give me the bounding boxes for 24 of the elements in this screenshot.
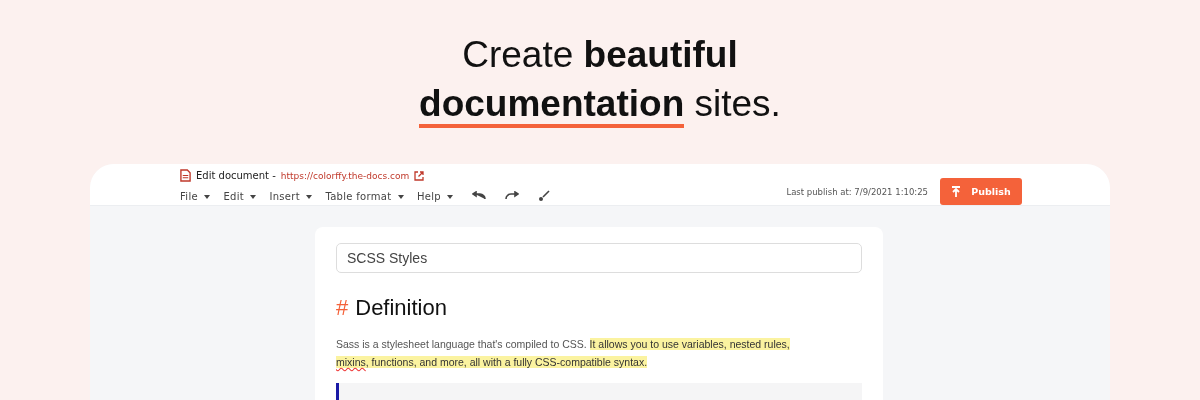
menu-item[interactable]: Insert xyxy=(269,190,313,202)
last-publish-time: Last publish at: 7/9/2021 1:10:25 xyxy=(786,186,928,197)
upload-icon xyxy=(951,185,962,198)
caret-icon xyxy=(397,194,404,199)
caret-icon xyxy=(204,194,211,199)
section-heading: Definition xyxy=(355,295,447,321)
caret-icon xyxy=(306,194,313,199)
menu-item[interactable]: File xyxy=(180,190,211,202)
menu-item[interactable]: Edit xyxy=(223,190,257,202)
menu-item[interactable]: Table format xyxy=(325,190,404,202)
menu-item[interactable]: Help xyxy=(416,190,454,202)
undo-icon[interactable] xyxy=(472,191,487,201)
document-icon xyxy=(180,169,191,182)
caret-icon xyxy=(447,194,454,199)
headline: Create beautiful documentation sites. xyxy=(419,30,781,128)
external-link-icon[interactable] xyxy=(414,170,425,181)
site-link[interactable]: https://colorffy.the-docs.com xyxy=(280,170,410,181)
caret-icon xyxy=(250,194,257,199)
heading-mark: # xyxy=(336,295,349,321)
title-field[interactable]: SCSS Styles xyxy=(336,243,862,273)
document-title: Edit document - xyxy=(196,170,276,181)
brush-icon[interactable] xyxy=(538,190,551,202)
redo-icon[interactable] xyxy=(505,191,520,201)
paragraph: Sass is a stylesheet language that's compiled to CSS. It allows you to use variables, nested rules, mixins, functions, and more, all with a fully CSS-compatible syntax. xyxy=(336,337,791,370)
